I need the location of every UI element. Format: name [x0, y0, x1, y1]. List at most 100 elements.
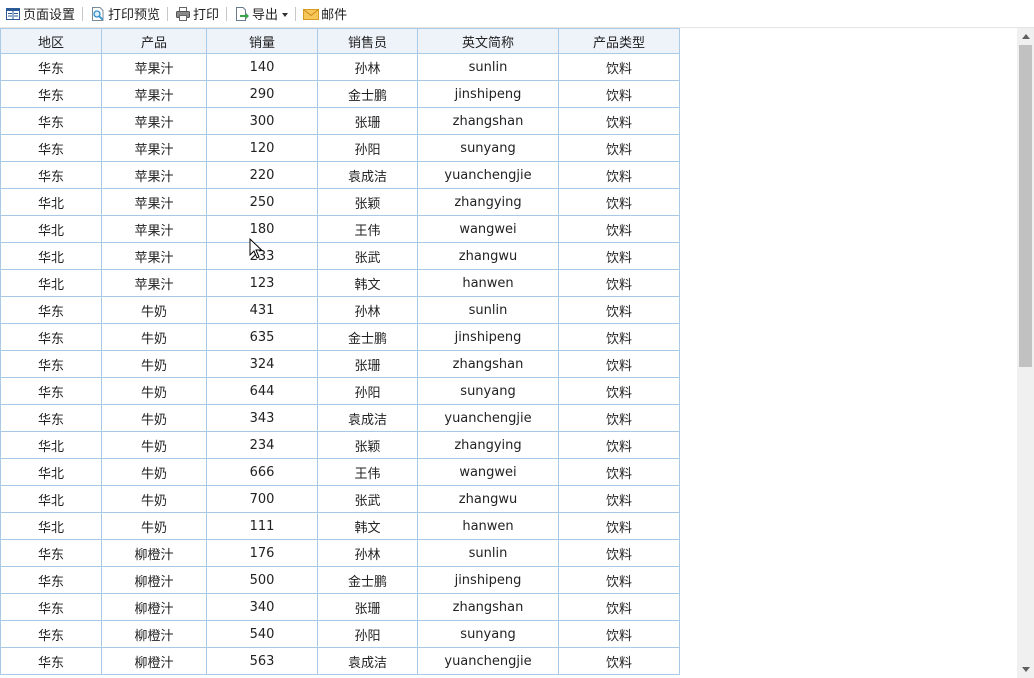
table-row: 华东 苹果汁 300 张珊 zhangshan 饮料: [0, 107, 680, 135]
column-header-salesperson[interactable]: 销售员: [317, 28, 418, 54]
cell-sales: 324: [206, 350, 318, 378]
cell-english-name: sunlin: [417, 296, 559, 324]
cell-english-name: sunyang: [417, 620, 559, 648]
cell-region: 华东: [0, 539, 102, 567]
cell-sales: 340: [206, 593, 318, 621]
vertical-scrollbar[interactable]: [1017, 28, 1034, 678]
cell-region: 华东: [0, 134, 102, 162]
cell-sales: 343: [206, 404, 318, 432]
cell-product: 牛奶: [101, 377, 207, 405]
table-row: 华北 牛奶 111 韩文 hanwen 饮料: [0, 512, 680, 540]
cell-product-type: 饮料: [558, 188, 680, 216]
toolbar-separator: [82, 6, 84, 21]
scrollbar-thumb[interactable]: [1019, 45, 1032, 367]
column-header-english-name[interactable]: 英文简称: [417, 28, 559, 54]
mail-icon: [303, 6, 320, 22]
table-row: 华北 牛奶 666 王伟 wangwei 饮料: [0, 458, 680, 486]
page-setup-button[interactable]: 页面设置: [2, 3, 78, 25]
table-row: 华北 苹果汁 250 张颖 zhangying 饮料: [0, 188, 680, 216]
column-header-region[interactable]: 地区: [0, 28, 102, 54]
cell-english-name: yuanchengjie: [417, 404, 559, 432]
print-preview-icon: [90, 6, 106, 22]
column-header-sales[interactable]: 销量: [206, 28, 318, 54]
cell-product-type: 饮料: [558, 107, 680, 135]
cell-product: 柳橙汁: [101, 539, 207, 567]
cell-product: 苹果汁: [101, 215, 207, 243]
cell-sales: 540: [206, 620, 318, 648]
cell-product: 苹果汁: [101, 242, 207, 270]
print-preview-button[interactable]: 打印预览: [87, 3, 163, 25]
column-header-product-type[interactable]: 产品类型: [558, 28, 680, 54]
cell-english-name: sunyang: [417, 134, 559, 162]
arrow-up-icon: [1021, 34, 1030, 39]
arrow-down-icon: [1021, 667, 1030, 672]
cell-product: 柳橙汁: [101, 593, 207, 621]
scroll-up-button[interactable]: [1017, 28, 1034, 45]
table-row: 华北 牛奶 234 张颖 zhangying 饮料: [0, 431, 680, 459]
cell-product: 苹果汁: [101, 188, 207, 216]
cell-salesperson: 袁成洁: [317, 647, 418, 675]
cell-product: 苹果汁: [101, 269, 207, 297]
cell-product: 苹果汁: [101, 134, 207, 162]
cell-product-type: 饮料: [558, 620, 680, 648]
mail-label: 邮件: [321, 8, 348, 23]
mouse-cursor-icon: [249, 238, 263, 259]
cell-region: 华东: [0, 296, 102, 324]
cell-sales: 111: [206, 512, 318, 540]
cell-salesperson: 韩文: [317, 512, 418, 540]
table-row: 华东 苹果汁 290 金士鹏 jinshipeng 饮料: [0, 80, 680, 108]
cell-sales: 250: [206, 188, 318, 216]
cell-product-type: 饮料: [558, 269, 680, 297]
cell-region: 华北: [0, 431, 102, 459]
cell-product-type: 饮料: [558, 215, 680, 243]
chevron-down-icon[interactable]: [282, 12, 289, 17]
toolbar-separator: [295, 6, 297, 21]
cell-salesperson: 袁成洁: [317, 161, 418, 189]
cell-sales: 176: [206, 539, 318, 567]
cell-region: 华东: [0, 593, 102, 621]
scroll-down-button[interactable]: [1017, 661, 1034, 678]
print-label: 打印: [193, 8, 220, 23]
toolbar: 页面设置 打印预览 打印 导出 邮件: [0, 0, 1034, 28]
table-row: 华东 牛奶 635 金士鹏 jinshipeng 饮料: [0, 323, 680, 351]
print-button[interactable]: 打印: [172, 3, 222, 25]
export-button[interactable]: 导出: [231, 3, 291, 25]
report-viewer: 页面设置 打印预览 打印 导出 邮件 地区 产品 销量 销售员 英文简称 产品类…: [0, 0, 1034, 678]
cell-sales: 700: [206, 485, 318, 513]
column-header-product[interactable]: 产品: [101, 28, 207, 54]
table-row: 华东 苹果汁 120 孙阳 sunyang 饮料: [0, 134, 680, 162]
cell-sales: 234: [206, 431, 318, 459]
cell-product: 柳橙汁: [101, 620, 207, 648]
cell-region: 华东: [0, 377, 102, 405]
cell-product: 牛奶: [101, 296, 207, 324]
cell-region: 华北: [0, 512, 102, 540]
cell-english-name: zhangshan: [417, 350, 559, 378]
cell-english-name: sunlin: [417, 539, 559, 567]
cell-product-type: 饮料: [558, 377, 680, 405]
cell-region: 华东: [0, 647, 102, 675]
cell-product: 柳橙汁: [101, 566, 207, 594]
cell-sales: 300: [206, 107, 318, 135]
table-row: 华东 牛奶 431 孙林 sunlin 饮料: [0, 296, 680, 324]
table-row: 华东 柳橙汁 340 张珊 zhangshan 饮料: [0, 593, 680, 621]
cell-region: 华东: [0, 53, 102, 81]
table-row: 华东 牛奶 324 张珊 zhangshan 饮料: [0, 350, 680, 378]
cell-product-type: 饮料: [558, 53, 680, 81]
cell-sales: 140: [206, 53, 318, 81]
cell-english-name: zhangying: [417, 431, 559, 459]
cell-english-name: hanwen: [417, 512, 559, 540]
toolbar-separator: [167, 6, 169, 21]
mail-button[interactable]: 邮件: [300, 3, 350, 25]
cell-salesperson: 张珊: [317, 593, 418, 621]
cell-region: 华北: [0, 269, 102, 297]
cell-salesperson: 王伟: [317, 458, 418, 486]
cell-product-type: 饮料: [558, 404, 680, 432]
table-row: 华北 牛奶 700 张武 zhangwu 饮料: [0, 485, 680, 513]
cell-product-type: 饮料: [558, 512, 680, 540]
cell-salesperson: 张武: [317, 242, 418, 270]
report-content: 地区 产品 销量 销售员 英文简称 产品类型 华东 苹果汁 140 孙林 sunlin 饮…: [0, 28, 1017, 678]
cell-product: 苹果汁: [101, 80, 207, 108]
table-row: 华东 牛奶 644 孙阳 sunyang 饮料: [0, 377, 680, 405]
cell-product: 苹果汁: [101, 53, 207, 81]
cell-english-name: zhangwu: [417, 242, 559, 270]
